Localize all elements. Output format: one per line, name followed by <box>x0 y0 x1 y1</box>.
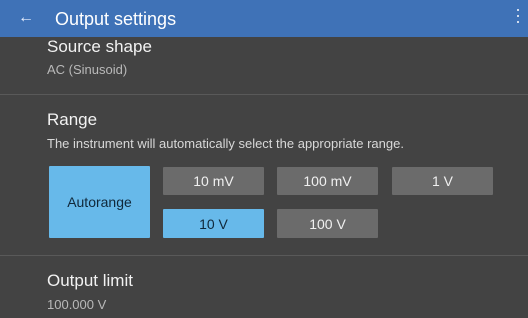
output-limit-value: 100.000 V <box>47 297 107 312</box>
output-limit-title: Output limit <box>47 271 133 290</box>
page-title: Output settings <box>55 9 177 29</box>
range-10mv-button[interactable]: 10 mV <box>163 167 264 195</box>
output-settings-screen: ← Output settings Source shape AC (Sinus… <box>0 0 528 318</box>
divider <box>0 94 528 95</box>
range-100mv-button[interactable]: 100 mV <box>277 167 378 195</box>
divider <box>0 255 528 256</box>
overflow-menu-icon[interactable] <box>516 9 520 27</box>
source-shape-value: AC (Sinusoid) <box>47 62 128 77</box>
range-title: Range <box>47 110 98 129</box>
back-arrow-icon[interactable]: ← <box>18 6 34 30</box>
source-shape-title: Source shape <box>47 37 152 56</box>
range-1v-button[interactable]: 1 V <box>392 167 493 195</box>
range-description: The instrument will automatically select… <box>47 136 404 151</box>
range-100v-button[interactable]: 100 V <box>277 209 378 238</box>
app-header: ← Output settings <box>0 0 528 37</box>
range-10v-button[interactable]: 10 V <box>163 209 264 238</box>
autorange-button[interactable]: Autorange <box>49 166 150 238</box>
